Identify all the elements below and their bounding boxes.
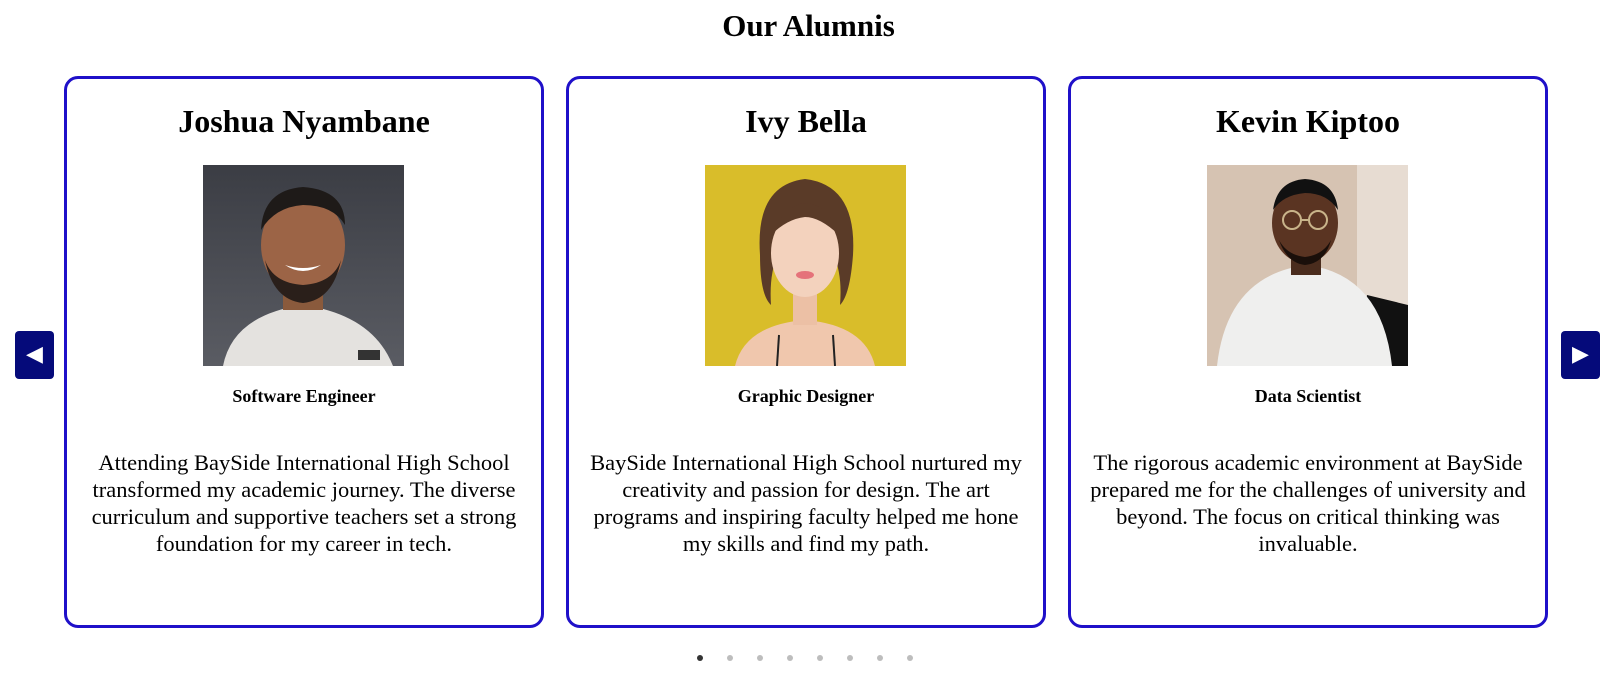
alumni-photo xyxy=(203,165,404,366)
carousel-dot[interactable] xyxy=(817,655,823,661)
alumni-card: Joshua Nyambane Software Engineer Attend… xyxy=(64,76,544,628)
alumni-role: Graphic Designer xyxy=(737,386,875,406)
carousel-dot[interactable] xyxy=(757,655,763,661)
arrow-right-icon: ▶ xyxy=(1572,342,1589,367)
carousel-dot[interactable] xyxy=(697,655,703,661)
carousel-dot[interactable] xyxy=(727,655,733,661)
carousel-dot[interactable] xyxy=(907,655,913,661)
carousel-track: Joshua Nyambane Software Engineer Attend… xyxy=(64,76,1558,634)
alumni-name: Kevin Kiptoo xyxy=(1215,103,1400,139)
carousel-dot[interactable] xyxy=(877,655,883,661)
alumni-role: Software Engineer xyxy=(232,386,376,406)
alumni-quote: Attending BaySide International High Sch… xyxy=(91,450,517,556)
alumni-quote: The rigorous academic environment at Bay… xyxy=(1090,450,1526,556)
alumni-photo xyxy=(1207,165,1408,366)
alumni-role: Data Scientist xyxy=(1254,386,1362,406)
alumni-name: Ivy Bella xyxy=(745,103,867,139)
alumni-photo xyxy=(705,165,906,366)
alumni-name: Joshua Nyambane xyxy=(178,103,430,139)
carousel-dot[interactable] xyxy=(847,655,853,661)
alumni-card: Kevin Kiptoo Data Scientist The rigorous… xyxy=(1068,76,1548,628)
section-title: Our Alumnis xyxy=(722,8,895,43)
alumni-section: Our Alumnis ◀ Joshua Nyambane Software E… xyxy=(0,0,1617,677)
alumni-quote: BaySide International High School nurtur… xyxy=(590,450,1022,556)
arrow-left-icon: ◀ xyxy=(26,342,43,367)
carousel-prev-button[interactable]: ◀ xyxy=(15,331,54,379)
carousel-next-button[interactable]: ▶ xyxy=(1561,331,1600,379)
alumni-card: Ivy Bella Graphic Designer BaySide Inter… xyxy=(566,76,1046,628)
carousel-dot[interactable] xyxy=(787,655,793,661)
